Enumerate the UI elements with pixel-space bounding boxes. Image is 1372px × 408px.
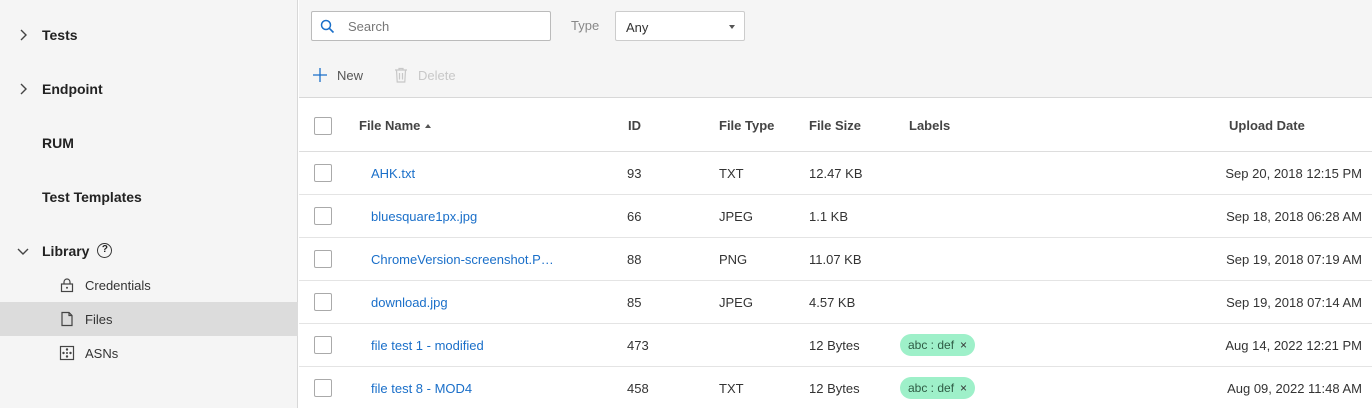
sidebar-item-label: Tests xyxy=(42,27,78,43)
column-file-type[interactable]: File Type xyxy=(719,118,774,133)
row-checkbox[interactable] xyxy=(314,164,332,182)
label-chip: abc : def × xyxy=(900,334,976,356)
file-type: JPEG xyxy=(719,209,753,224)
sidebar-item-endpoint[interactable]: Endpoint xyxy=(0,62,298,116)
sidebar-item-tests[interactable]: Tests xyxy=(0,8,298,62)
column-file-name-label: File Name xyxy=(359,118,421,133)
row-checkbox[interactable] xyxy=(314,293,332,311)
remove-label-icon[interactable]: × xyxy=(960,338,967,352)
file-id: 85 xyxy=(627,295,642,310)
upload-date: Sep 19, 2018 07:19 AM xyxy=(1226,252,1362,267)
help-icon[interactable]: ? xyxy=(97,243,113,259)
search-icon xyxy=(320,19,335,34)
type-filter-select[interactable]: Any xyxy=(615,11,745,41)
sidebar-item-files[interactable]: Files xyxy=(0,302,298,336)
file-name-link[interactable]: ChromeVersion-screenshot.P… xyxy=(371,252,554,267)
sort-ascending-icon xyxy=(425,123,432,128)
remove-label-icon[interactable]: × xyxy=(960,381,967,395)
table-row: file test 1 - modified 473 12 Bytes abc … xyxy=(299,324,1372,367)
chevron-down-icon xyxy=(17,248,29,255)
column-file-size[interactable]: File Size xyxy=(809,118,861,133)
column-upload-date[interactable]: Upload Date xyxy=(1229,118,1305,133)
file-name-link[interactable]: download.jpg xyxy=(371,295,448,310)
file-type: TXT xyxy=(719,381,744,396)
table-row: file test 8 - MOD4 458 TXT 12 Bytes abc … xyxy=(299,367,1372,408)
delete-button[interactable]: Delete xyxy=(394,64,456,86)
type-filter-label: Type xyxy=(571,18,600,33)
file-size: 12 Bytes xyxy=(809,338,860,353)
lock-icon xyxy=(60,278,74,293)
toolbar: Type Any New Delete xyxy=(299,0,1372,98)
file-size: 1.1 KB xyxy=(809,209,849,224)
upload-date: Sep 20, 2018 12:15 PM xyxy=(1225,166,1362,181)
upload-date: Sep 18, 2018 06:28 AM xyxy=(1226,209,1362,224)
upload-date: Aug 09, 2022 11:48 AM xyxy=(1227,381,1362,396)
type-filter-value: Any xyxy=(626,20,649,35)
file-size: 11.07 KB xyxy=(809,252,862,267)
file-id: 458 xyxy=(627,381,649,396)
row-checkbox[interactable] xyxy=(314,207,332,225)
sidebar-item-label: ASNs xyxy=(85,345,119,361)
table-row: ChromeVersion-screenshot.P… 88 PNG 11.07… xyxy=(299,238,1372,281)
file-type: TXT xyxy=(719,166,744,181)
table-header: File Name ID File Type File Size Labels … xyxy=(299,99,1372,152)
table-row: AHK.txt 93 TXT 12.47 KB Sep 20, 2018 12:… xyxy=(299,152,1372,195)
file-icon xyxy=(61,311,73,327)
new-button[interactable]: New xyxy=(313,64,363,86)
search-box[interactable] xyxy=(311,11,551,41)
sidebar-item-label-wrap: Library? xyxy=(42,242,113,260)
sidebar-item-label: RUM xyxy=(42,135,74,151)
sidebar-item-label: Endpoint xyxy=(42,81,103,97)
label-chip-text: abc : def xyxy=(908,338,955,352)
file-name-link[interactable]: AHK.txt xyxy=(371,166,415,181)
file-size: 12 Bytes xyxy=(809,381,860,396)
network-icon xyxy=(59,345,75,361)
file-id: 66 xyxy=(627,209,642,224)
label-chip: abc : def × xyxy=(900,377,976,399)
sidebar-item-label: Test Templates xyxy=(42,189,142,205)
new-button-label: New xyxy=(337,67,364,83)
file-name-link[interactable]: file test 1 - modified xyxy=(371,338,484,353)
row-checkbox[interactable] xyxy=(314,379,332,397)
file-id: 93 xyxy=(627,166,642,181)
search-input[interactable] xyxy=(348,12,544,40)
trash-icon xyxy=(395,67,407,83)
column-id[interactable]: ID xyxy=(628,118,641,133)
file-type: PNG xyxy=(719,252,748,267)
sidebar-item-label: Files xyxy=(85,311,113,327)
file-id: 88 xyxy=(627,252,642,267)
table-row: bluesquare1px.jpg 66 JPEG 1.1 KB Sep 18,… xyxy=(299,195,1372,238)
select-all-checkbox[interactable] xyxy=(314,117,332,135)
chevron-right-icon xyxy=(20,29,27,41)
sidebar-item-credentials[interactable]: Credentials xyxy=(0,268,298,302)
delete-button-label: Delete xyxy=(418,67,456,83)
main-panel: Type Any New Delete File Name ID File Ty… xyxy=(299,0,1372,408)
row-checkbox[interactable] xyxy=(314,336,332,354)
sidebar-item-asns[interactable]: ASNs xyxy=(0,336,298,370)
label-chip-text: abc : def xyxy=(908,381,955,395)
column-labels[interactable]: Labels xyxy=(909,118,950,133)
upload-date: Sep 19, 2018 07:14 AM xyxy=(1226,295,1362,310)
sidebar-item-test-templates[interactable]: Test Templates xyxy=(0,170,298,224)
plus-icon xyxy=(313,68,327,82)
sidebar-item-label: Credentials xyxy=(85,277,151,293)
file-size: 12.47 KB xyxy=(809,166,863,181)
sidebar: Tests Endpoint RUM Test Templates Librar… xyxy=(0,0,298,408)
table-row: download.jpg 85 JPEG 4.57 KB Sep 19, 201… xyxy=(299,281,1372,324)
upload-date: Aug 14, 2022 12:21 PM xyxy=(1225,338,1362,353)
file-type: JPEG xyxy=(719,295,753,310)
file-size: 4.57 KB xyxy=(809,295,856,310)
file-name-link[interactable]: file test 8 - MOD4 xyxy=(371,381,472,396)
column-file-name[interactable]: File Name xyxy=(359,118,432,133)
sidebar-item-rum[interactable]: RUM xyxy=(0,116,298,170)
file-name-link[interactable]: bluesquare1px.jpg xyxy=(371,209,477,224)
file-id: 473 xyxy=(627,338,649,353)
chevron-right-icon xyxy=(20,83,27,95)
sidebar-item-label: Library xyxy=(42,242,90,259)
caret-down-icon xyxy=(729,25,735,29)
row-checkbox[interactable] xyxy=(314,250,332,268)
